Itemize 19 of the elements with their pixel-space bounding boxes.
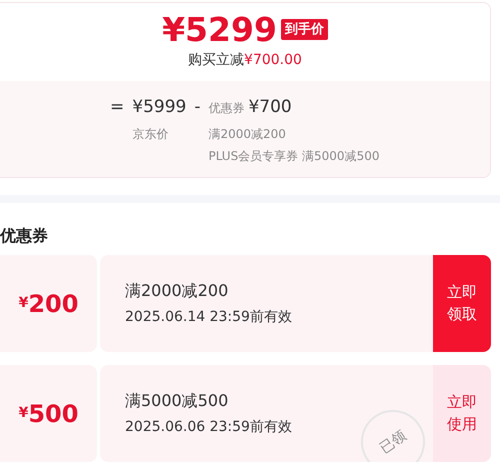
coupon-validity: 2025.06.06 23:59前有效 [125, 418, 292, 438]
coupon-condition: 满5000减500 [125, 390, 228, 412]
base-price-label: 京东价 [132, 126, 170, 142]
equals-sign: = [110, 96, 124, 119]
final-price-tag: 到手价 [280, 18, 328, 40]
discount-detail: PLUS会员专享券 满5000减500 [208, 148, 380, 164]
use-button[interactable]: 立即 使用 [433, 365, 491, 462]
discount-label: 优惠券 [208, 100, 244, 117]
minus-sign: - [194, 96, 200, 119]
discount-detail: 满2000减200 [208, 126, 287, 142]
coupon-validity: 2025.06.14 23:59前有效 [125, 308, 292, 328]
discount-amount: ¥700 [248, 96, 292, 119]
coupon-amount: ¥200 [0, 255, 97, 352]
base-price: ¥5999 [132, 96, 186, 119]
coupon-condition: 满2000减200 [125, 280, 228, 302]
saving-text: 购买立减¥700.00 [188, 51, 302, 70]
coupon-amount: ¥500 [0, 365, 97, 462]
claim-button[interactable]: 立即 领取 [433, 255, 491, 352]
final-price: ¥5299 [162, 13, 277, 46]
